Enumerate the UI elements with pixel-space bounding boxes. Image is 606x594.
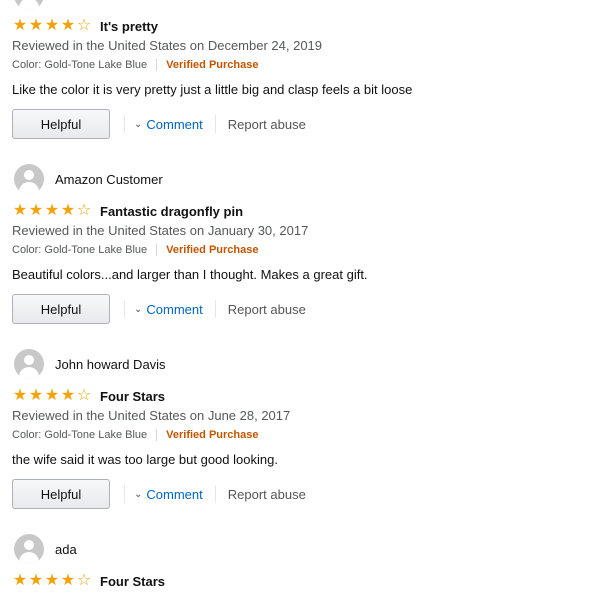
star-empty-icon: ☆: [76, 17, 92, 34]
star-icon: ★: [28, 202, 44, 219]
review-actions: Helpful ⌄ Comment Report abuse: [12, 109, 306, 139]
chevron-down-icon: ⌄: [134, 303, 143, 315]
comment-label: Comment: [146, 301, 203, 317]
user-avatar-icon: [14, 0, 44, 10]
divider: [124, 300, 125, 318]
star-icon: ★: [44, 202, 60, 219]
divider: [124, 115, 125, 133]
comment-label: Comment: [146, 116, 203, 132]
divider: [156, 59, 158, 71]
review-date: Reviewed in the United States on June 28…: [12, 408, 291, 423]
star-icon: ★: [12, 572, 28, 589]
review-variant-row: Color: Gold-Tone Lake Blue Verified Purc…: [12, 429, 258, 441]
review-body: the wife said it was too large but good …: [12, 452, 278, 467]
review-title-row: ★ ★ ★ ★ ☆ Fantastic dragonfly pin: [12, 202, 243, 220]
comment-label: Comment: [146, 486, 203, 502]
divider: [214, 485, 216, 503]
reviewer-profile[interactable]: ada: [14, 534, 77, 564]
comment-link[interactable]: ⌄ Comment: [134, 302, 203, 317]
user-avatar-icon: [14, 534, 44, 564]
review-title-row: ★ ★ ★ ★ ☆ It's pretty: [12, 17, 158, 35]
reviewer-name[interactable]: ada: [55, 542, 77, 557]
verified-badge: Verified Purchase: [166, 244, 259, 256]
star-icon: ★: [28, 387, 44, 404]
report-abuse-link[interactable]: Report abuse: [228, 487, 306, 502]
helpful-button[interactable]: Helpful: [12, 294, 110, 324]
reviewer-name[interactable]: John howard Davis: [55, 357, 166, 372]
user-avatar-icon: [14, 349, 44, 379]
star-rating[interactable]: ★ ★ ★ ★ ☆: [12, 573, 92, 589]
comment-link[interactable]: ⌄ Comment: [134, 117, 203, 132]
comment-link[interactable]: ⌄ Comment: [134, 487, 203, 502]
star-empty-icon: ☆: [76, 202, 92, 219]
review-body: Like the color it is very pretty just a …: [12, 82, 413, 97]
verified-badge: Verified Purchase: [166, 59, 259, 71]
review-variant-row: Color: Gold-Tone Lake Blue Verified Purc…: [12, 244, 258, 256]
review-date: Reviewed in the United States on January…: [12, 223, 309, 238]
review-actions: Helpful ⌄ Comment Report abuse: [12, 479, 306, 509]
star-icon: ★: [44, 387, 60, 404]
star-icon: ★: [44, 17, 60, 34]
star-icon: ★: [60, 387, 76, 404]
review-body: Beautiful colors...and larger than I tho…: [12, 267, 368, 282]
star-rating[interactable]: ★ ★ ★ ★ ☆: [12, 18, 92, 34]
review-variant-row: Color: Gold-Tone Lake Blue Verified Purc…: [12, 59, 258, 71]
review-date: Reviewed in the United States on Decembe…: [12, 38, 323, 53]
reviewer-profile[interactable]: John howard Davis: [14, 349, 166, 379]
star-icon: ★: [12, 202, 28, 219]
review-title-row: ★ ★ ★ ★ ☆ Four Stars: [12, 387, 165, 405]
helpful-button[interactable]: Helpful: [12, 479, 110, 509]
star-icon: ★: [44, 572, 60, 589]
star-icon: ★: [60, 202, 76, 219]
star-icon: ★: [12, 387, 28, 404]
reviewer-name[interactable]: Amazon Customer: [55, 172, 163, 187]
review-title[interactable]: Four Stars: [100, 389, 165, 404]
user-avatar-icon: [14, 164, 44, 194]
star-empty-icon: ☆: [76, 387, 92, 404]
star-empty-icon: ☆: [76, 572, 92, 589]
star-icon: ★: [60, 17, 76, 34]
divider: [214, 300, 216, 318]
star-rating[interactable]: ★ ★ ★ ★ ☆: [12, 388, 92, 404]
review-title[interactable]: Four Stars: [100, 574, 165, 589]
variant-label[interactable]: Color: Gold-Tone Lake Blue: [12, 59, 147, 71]
review-title[interactable]: It's pretty: [100, 19, 158, 34]
divider: [214, 115, 216, 133]
star-icon: ★: [60, 572, 76, 589]
star-icon: ★: [28, 572, 44, 589]
report-abuse-link[interactable]: Report abuse: [228, 117, 306, 132]
divider: [124, 485, 125, 503]
reviewer-profile[interactable]: Amazon Customer: [14, 164, 163, 194]
divider: [156, 429, 158, 441]
star-icon: ★: [12, 17, 28, 34]
review-actions: Helpful ⌄ Comment Report abuse: [12, 294, 306, 324]
review-title[interactable]: Fantastic dragonfly pin: [100, 204, 243, 219]
variant-label[interactable]: Color: Gold-Tone Lake Blue: [12, 244, 147, 256]
verified-badge: Verified Purchase: [166, 429, 259, 441]
report-abuse-link[interactable]: Report abuse: [228, 302, 306, 317]
chevron-down-icon: ⌄: [134, 118, 143, 130]
divider: [156, 244, 158, 256]
star-icon: ★: [28, 17, 44, 34]
chevron-down-icon: ⌄: [134, 488, 143, 500]
avatar[interactable]: [14, 0, 44, 10]
helpful-button[interactable]: Helpful: [12, 109, 110, 139]
star-rating[interactable]: ★ ★ ★ ★ ☆: [12, 203, 92, 219]
review-title-row: ★ ★ ★ ★ ☆ Four Stars: [12, 572, 165, 590]
variant-label[interactable]: Color: Gold-Tone Lake Blue: [12, 429, 147, 441]
